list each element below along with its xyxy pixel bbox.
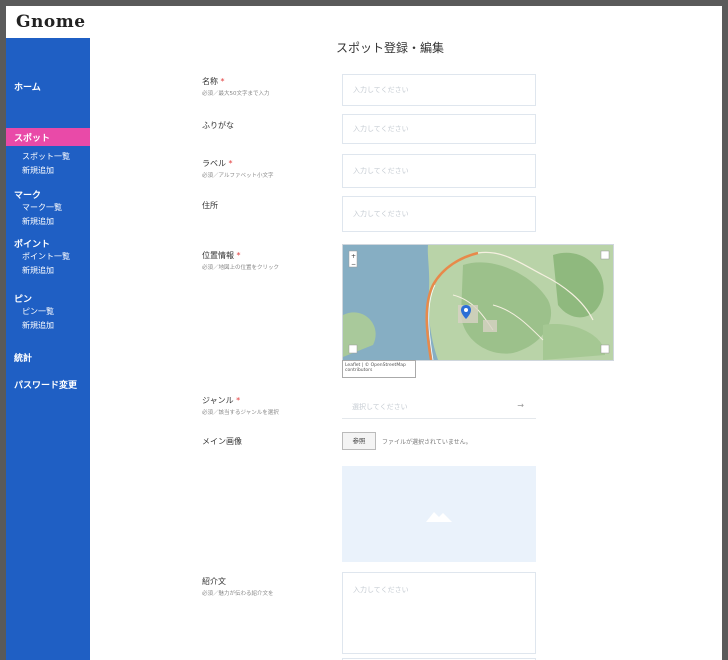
genre-hint: 必須／該当するジャンルを選択 [202, 410, 279, 416]
label-input[interactable]: 入力してください [342, 154, 536, 188]
app-logo[interactable]: Gnome [16, 12, 86, 32]
page-title: スポット登録・編集 [336, 41, 445, 55]
location-map[interactable]: + − [342, 244, 614, 361]
required-mark: * [236, 396, 241, 405]
sidebar-item-mark[interactable]: マーク [14, 188, 41, 201]
map-attribution: Leaflet | © OpenStreetMap contributors [342, 360, 416, 378]
map-pin-icon[interactable] [461, 305, 471, 319]
sidebar-item-pin[interactable]: ピン [14, 292, 32, 305]
label-label: ラベル * [202, 158, 233, 169]
image-placeholder-icon [426, 512, 452, 522]
sidebar-item-home[interactable]: ホーム [14, 80, 41, 93]
genre-placeholder: 選択してください [352, 403, 408, 411]
genre-label: ジャンル * [202, 395, 240, 406]
name-label-text: 名称 [202, 77, 218, 86]
location-label: 位置情報 * [202, 250, 241, 261]
name-input[interactable]: 入力してください [342, 74, 536, 106]
name-label: 名称 * [202, 76, 225, 87]
sidebar-item-mark-list[interactable]: マーク一覧 [22, 202, 62, 213]
name-placeholder: 入力してください [353, 86, 409, 94]
sidebar-item-spot-new[interactable]: 新規追加 [22, 165, 54, 176]
furigana-input[interactable]: 入力してください [342, 114, 536, 144]
app-window: Gnome ホーム スポット スポット一覧 新規追加 マーク マーク一覧 新規追… [6, 6, 722, 660]
name-hint: 必須／最大50文字まで入力 [202, 91, 270, 97]
furigana-placeholder: 入力してください [353, 125, 409, 133]
sidebar-item-spot[interactable]: スポット [6, 128, 90, 146]
address-placeholder: 入力してください [353, 210, 409, 218]
label-placeholder: 入力してください [353, 167, 409, 175]
sidebar-item-stats[interactable]: 統計 [14, 351, 32, 364]
sidebar-item-point-list[interactable]: ポイント一覧 [22, 251, 70, 262]
sidebar: ホーム スポット スポット一覧 新規追加 マーク マーク一覧 新規追加 ポイント… [6, 38, 90, 660]
top-bar: Gnome [6, 6, 722, 38]
main-image-label: メイン画像 [202, 437, 242, 446]
label-hint: 必須／アルファベット小文字 [202, 173, 274, 179]
sidebar-item-password[interactable]: パスワード変更 [14, 378, 77, 391]
intro-placeholder: 入力してください [353, 586, 409, 594]
intro-label: 紹介文 [202, 577, 226, 586]
required-mark: * [228, 159, 233, 168]
address-label: 住所 [202, 201, 218, 210]
sidebar-item-point[interactable]: ポイント [14, 237, 50, 250]
svg-text:+: + [351, 253, 356, 260]
required-mark: * [220, 77, 225, 86]
address-input[interactable]: 入力してください [342, 196, 536, 232]
image-preview [342, 466, 536, 562]
map-tiles: + − [343, 245, 613, 360]
required-mark: * [236, 251, 241, 260]
sidebar-item-pin-list[interactable]: ピン一覧 [22, 306, 54, 317]
location-label-text: 位置情報 [202, 251, 234, 260]
chevron-right-icon: → [517, 401, 524, 410]
genre-label-text: ジャンル [202, 396, 234, 405]
sidebar-item-spot-label: スポット [14, 134, 51, 144]
sidebar-item-point-new[interactable]: 新規追加 [22, 265, 54, 276]
file-status-text: ファイルが選択されていません。 [382, 439, 472, 446]
intro-textarea[interactable]: 入力してください [342, 572, 536, 654]
furigana-label: ふりがな [202, 121, 234, 130]
location-hint: 必須／地図上の位置をクリック [202, 265, 280, 271]
intro-hint: 必須／魅力が伝わる紹介文を [202, 591, 274, 597]
genre-select[interactable]: 選択してください → [342, 393, 536, 419]
sidebar-item-mark-new[interactable]: 新規追加 [22, 216, 54, 227]
sidebar-item-pin-new[interactable]: 新規追加 [22, 320, 54, 331]
file-browse-button[interactable]: 参照 [342, 432, 376, 450]
label-label-text: ラベル [202, 159, 226, 168]
svg-text:−: − [351, 261, 356, 268]
sidebar-item-spot-list[interactable]: スポット一覧 [22, 151, 70, 162]
